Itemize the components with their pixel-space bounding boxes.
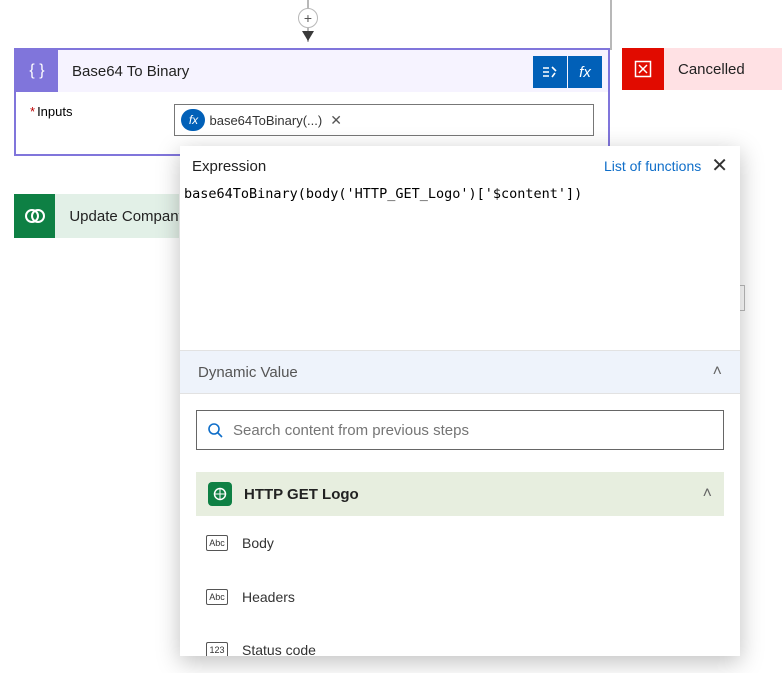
- connector-icon: [14, 194, 55, 238]
- chevron-up-icon: ˄: [703, 485, 712, 503]
- card-title: Base64 To Binary: [72, 63, 189, 80]
- add-step-button[interactable]: +: [298, 8, 318, 28]
- list-of-functions-link[interactable]: List of functions: [604, 158, 701, 174]
- expression-token[interactable]: fx base64ToBinary(...) ✕: [181, 109, 345, 131]
- close-icon[interactable]: ✕: [711, 156, 728, 176]
- dynamic-value-item[interactable]: Abc Headers: [196, 570, 724, 624]
- item-label: Headers: [242, 589, 295, 605]
- panel-title: Expression: [192, 158, 266, 175]
- inputs-field[interactable]: fx base64ToBinary(...) ✕: [174, 104, 594, 136]
- type-icon: Abc: [206, 589, 228, 605]
- card-title: Update Company: [69, 208, 179, 225]
- dynamic-value-section-header[interactable]: Dynamic Value ˄: [180, 350, 740, 394]
- step-title: HTTP GET Logo: [244, 486, 359, 503]
- expression-editor-panel: Expression List of functions ✕ Dynamic V…: [180, 146, 740, 656]
- dynamic-content-toggle-button[interactable]: [533, 56, 567, 88]
- base64-to-binary-card: { } Base64 To Binary fx *Inputs fx base6…: [14, 48, 610, 156]
- http-step-icon: [208, 482, 232, 506]
- card-header[interactable]: { } Base64 To Binary fx: [16, 50, 608, 92]
- connector-line: [610, 0, 612, 50]
- search-box[interactable]: [196, 410, 724, 450]
- update-company-card[interactable]: Update Company: [14, 194, 179, 238]
- card-title: Cancelled: [678, 61, 745, 78]
- dynamic-value-item[interactable]: 123 Status code: [196, 624, 724, 656]
- expression-token-text: base64ToBinary(...): [209, 113, 322, 128]
- terminate-icon: [622, 48, 664, 90]
- arrow-down-icon: [302, 31, 314, 41]
- type-icon: 123: [206, 642, 228, 656]
- dynamic-value-item[interactable]: Abc Body: [196, 516, 724, 570]
- inputs-label: *Inputs: [30, 104, 72, 119]
- fx-icon: fx: [181, 109, 205, 131]
- search-input[interactable]: [231, 421, 713, 440]
- cancelled-card[interactable]: Cancelled: [622, 48, 782, 90]
- expression-toggle-button[interactable]: fx: [568, 56, 602, 88]
- data-op-icon: { }: [16, 50, 58, 92]
- search-icon: [207, 422, 223, 438]
- expression-input[interactable]: [184, 184, 728, 346]
- step-section-header[interactable]: HTTP GET Logo ˄: [196, 472, 724, 516]
- chevron-up-icon: ˄: [713, 363, 722, 381]
- remove-token-button[interactable]: ✕: [326, 112, 346, 129]
- section-title: Dynamic Value: [198, 364, 298, 381]
- item-label: Status code: [242, 642, 316, 656]
- item-label: Body: [242, 535, 274, 551]
- type-icon: Abc: [206, 535, 228, 551]
